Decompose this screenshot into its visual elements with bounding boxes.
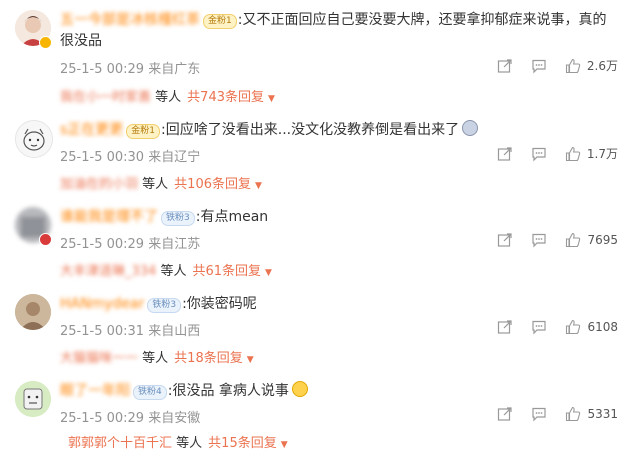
- reply-suffix: 等人: [142, 351, 169, 366]
- comment-icon[interactable]: [531, 146, 547, 162]
- comment-text: :你装密码呢: [182, 296, 257, 312]
- share-icon[interactable]: [497, 146, 513, 162]
- like-count: 7695: [587, 233, 618, 247]
- like-icon[interactable]: [565, 319, 581, 335]
- reply-suffix: 等人: [155, 90, 182, 105]
- fan-medal-badge: 金粉1: [203, 14, 237, 29]
- user-nickname[interactable]: 眼了一年阳: [60, 383, 130, 399]
- comment-location: 来自安徽: [148, 411, 201, 426]
- comment-icon[interactable]: [531, 232, 547, 248]
- reply-total-link[interactable]: 共15条回复: [208, 436, 277, 451]
- sweat-smile-emoji-icon: [291, 381, 308, 397]
- reply-user-names[interactable]: 大猫猫咪一一: [60, 351, 138, 366]
- reply-total-link[interactable]: 共106条回复: [174, 177, 251, 192]
- reply-user-names[interactable]: 加油在的小羽: [60, 177, 138, 192]
- comment-meta: 25-1-5 00:29 来自江苏: [60, 233, 200, 252]
- comment-time: 25-1-5 00:30: [60, 150, 145, 165]
- badge-icon: [39, 233, 52, 246]
- comment-meta: 25-1-5 00:31 来自山西: [60, 320, 200, 339]
- user-nickname[interactable]: HANmydear: [60, 296, 144, 312]
- like-count: 6108: [587, 320, 618, 334]
- comment-time: 25-1-5 00:29: [60, 62, 145, 77]
- user-nickname[interactable]: s正在更更: [60, 122, 123, 138]
- comment-location: 来自山西: [148, 324, 201, 339]
- comment-actions: 2.6万: [479, 57, 618, 74]
- avatar[interactable]: [15, 381, 51, 417]
- verified-badge-icon: [39, 36, 52, 49]
- comment-icon[interactable]: [531, 406, 547, 422]
- reply-suffix: 等人: [142, 177, 169, 192]
- share-icon[interactable]: [497, 406, 513, 422]
- comment-actions: 5331: [479, 406, 618, 422]
- like-icon[interactable]: [565, 146, 581, 162]
- comment-location: 来自辽宁: [148, 150, 201, 165]
- comment-icon[interactable]: [531, 58, 547, 74]
- reply-summary[interactable]: 大猫猫咪一一 等人 共18条回复 ▼: [60, 347, 254, 366]
- reply-summary[interactable]: 加油在的小羽 等人 共106条回复 ▼: [60, 173, 262, 192]
- reply-user-names[interactable]: 大丰津涟琳_334: [60, 264, 156, 279]
- reply-suffix: 等人: [176, 436, 203, 451]
- reply-total-link[interactable]: 共61条回复: [192, 264, 261, 279]
- caret-down-icon: ▼: [265, 268, 272, 278]
- reply-total-link[interactable]: 共743条回复: [187, 90, 264, 105]
- like-icon[interactable]: [565, 58, 581, 74]
- comment-meta: 25-1-5 00:29 来自安徽: [60, 407, 200, 426]
- comment-location: 来自江苏: [148, 237, 201, 252]
- comment-text: :回应啥了没看出来...没文化没教养倒是看出来了: [161, 122, 460, 138]
- reply-summary[interactable]: 大丰津涟琳_334 等人 共61条回复 ▼: [60, 260, 272, 279]
- fan-medal-badge: 铁粉4: [133, 385, 167, 400]
- reply-user-names[interactable]: 郭郭郭个十百千汇: [68, 436, 172, 451]
- caret-down-icon: ▼: [280, 440, 288, 450]
- avatar[interactable]: [15, 120, 53, 158]
- comment-time: 25-1-5 00:29: [60, 237, 145, 252]
- like-icon[interactable]: [565, 232, 581, 248]
- comment-meta: 25-1-5 00:29 来自广东: [60, 58, 200, 77]
- comment-time: 25-1-5 00:31: [60, 324, 145, 339]
- share-icon[interactable]: [497, 319, 513, 335]
- reply-user-names[interactable]: 我在小一时家善: [60, 90, 151, 105]
- caret-down-icon: ▼: [255, 181, 262, 191]
- fan-medal-badge: 铁粉3: [161, 211, 195, 226]
- share-icon[interactable]: [497, 232, 513, 248]
- comment-time: 25-1-5 00:29: [60, 411, 145, 426]
- like-count: 2.6万: [586, 59, 618, 73]
- share-icon[interactable]: [497, 58, 513, 74]
- fan-medal-badge: 金粉1: [126, 124, 161, 139]
- comment-actions: 7695: [479, 232, 618, 248]
- like-count: 5331: [587, 407, 618, 421]
- comment-location: 来自广东: [148, 62, 201, 77]
- reply-summary[interactable]: 我在小一时家善 等人 共743条回复 ▼: [60, 86, 275, 105]
- user-nickname[interactable]: 五一今部是冰核槿红茶: [60, 12, 200, 28]
- reply-summary[interactable]: 郭郭郭个十百千汇 等人 共15条回复 ▼: [68, 432, 288, 451]
- comment-text: :很没品 拿病人说事: [167, 383, 289, 399]
- reply-suffix: 等人: [160, 264, 187, 279]
- emoji-icon: [462, 120, 479, 136]
- comment-meta: 25-1-5 00:30 来自辽宁: [60, 146, 200, 165]
- comment-icon[interactable]: [531, 319, 547, 335]
- user-nickname[interactable]: 谁能我是理不了: [60, 209, 158, 225]
- caret-down-icon: ▼: [268, 94, 275, 104]
- like-count: 1.7万: [586, 147, 618, 161]
- like-icon[interactable]: [565, 406, 581, 422]
- reply-total-link[interactable]: 共18条回复: [174, 351, 243, 366]
- comment-actions: 1.7万: [479, 145, 618, 162]
- comment-actions: 6108: [479, 319, 618, 335]
- comment-text: :有点mean: [195, 209, 269, 225]
- avatar[interactable]: [15, 294, 51, 330]
- fan-medal-badge: 铁粉3: [147, 298, 182, 313]
- caret-down-icon: ▼: [246, 355, 254, 365]
